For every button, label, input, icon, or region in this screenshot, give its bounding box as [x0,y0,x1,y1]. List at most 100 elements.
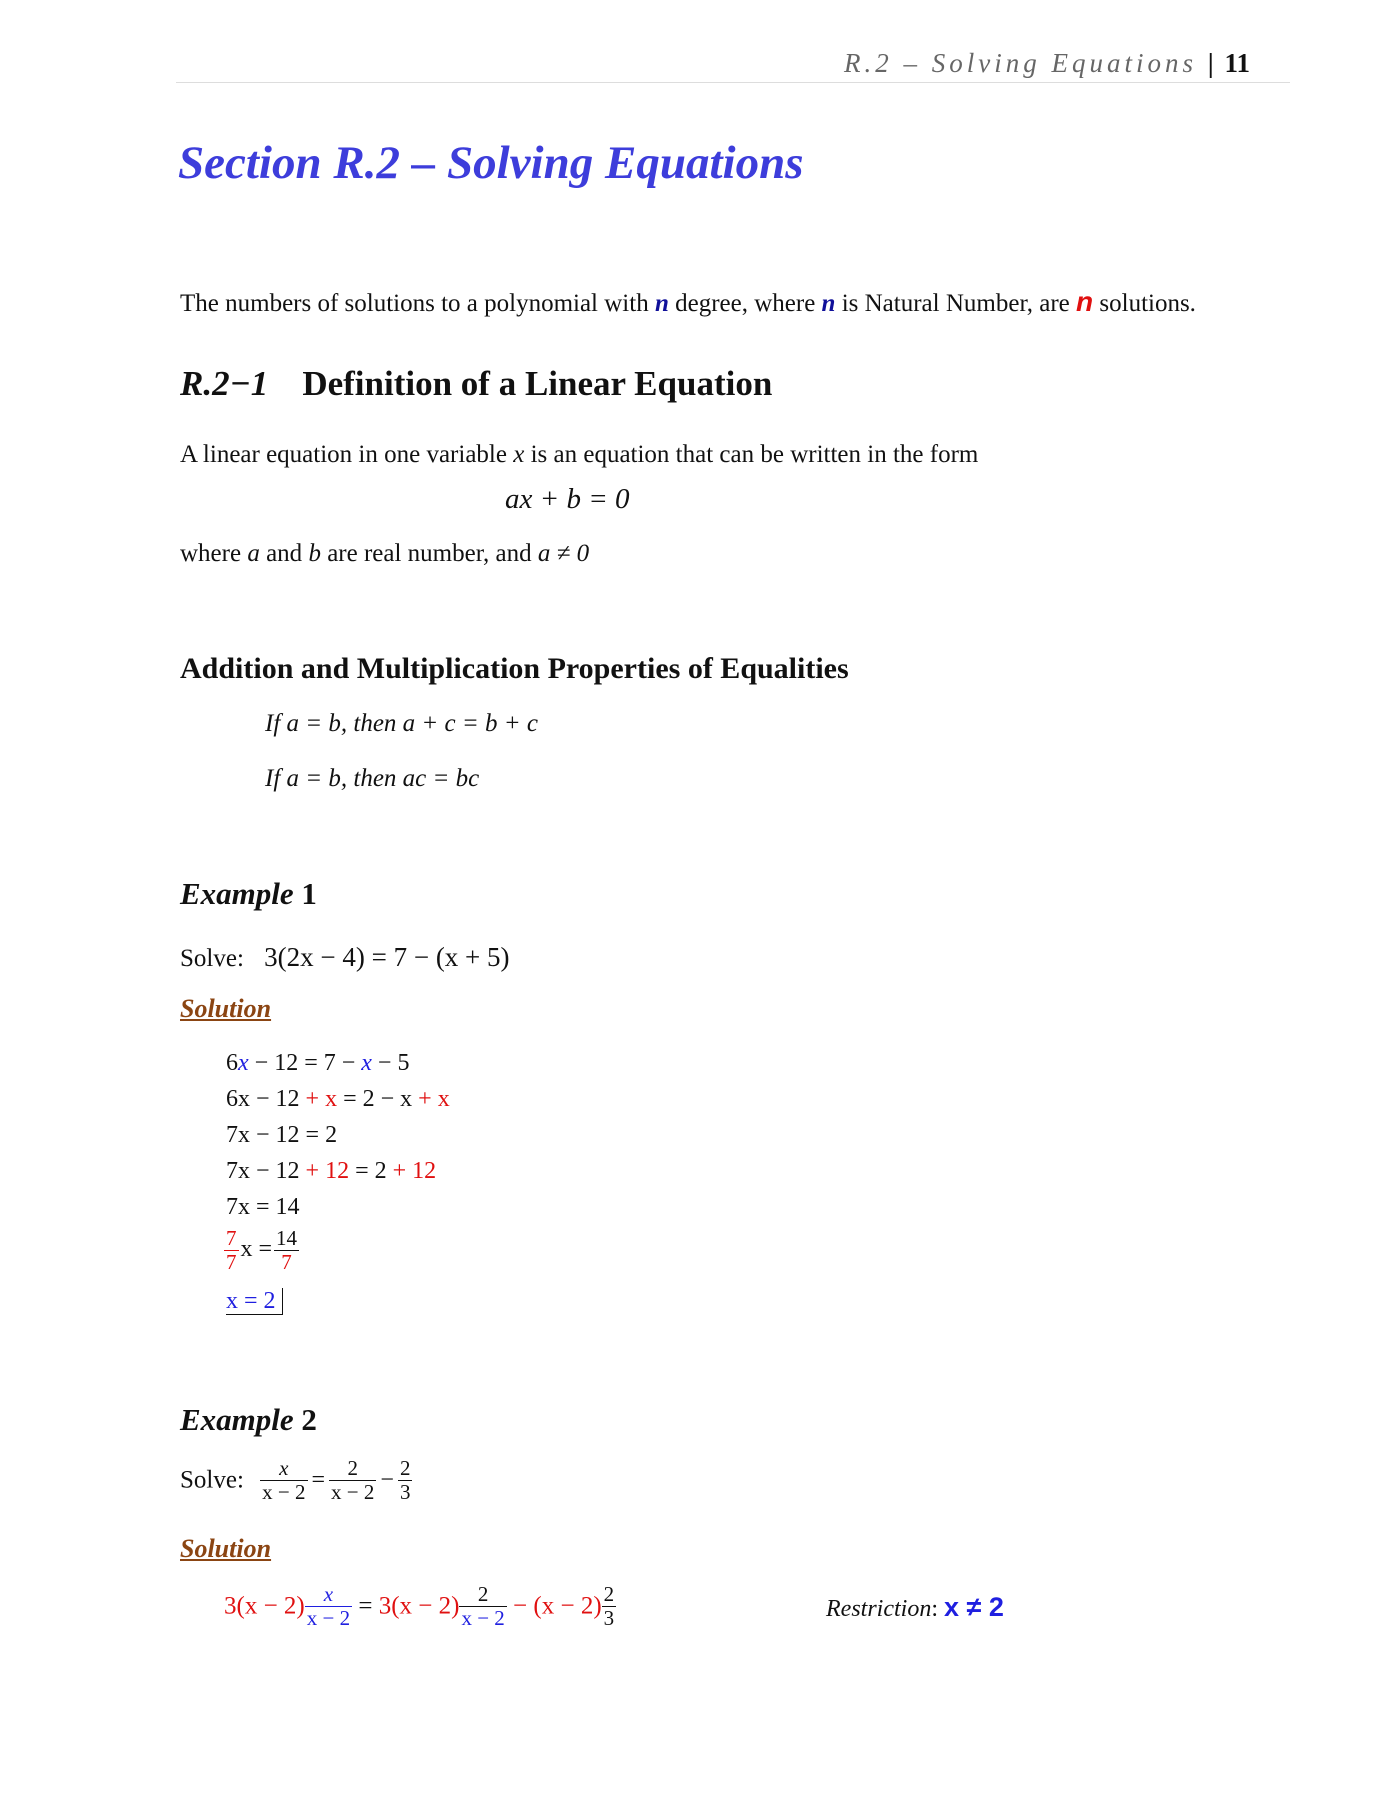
def-var-x: x [513,441,525,468]
example-1-heading: Example 1 [180,876,317,912]
frac-num: x [304,1584,353,1607]
frac-den: 7 [281,1250,292,1274]
ex1-s4-added: + 12 [386,1158,437,1184]
example-2-problem: Solve: xx − 2 = 2 x − 2−2 3 [180,1456,413,1504]
intro-text-4: solutions. [1093,290,1196,317]
ex2-multiplier-1: 3(x − 2) [224,1592,305,1620]
ex1-s4-added: + 12 [299,1158,350,1184]
def-text-4: and [259,540,309,567]
page-number: 11 [1224,48,1250,78]
ex2-work-frac-1: xx − 2 [304,1584,353,1630]
header-separator: | [1207,48,1214,78]
example-1-label: Example [180,876,294,911]
ex2-rhs2-frac: 23 [397,1456,413,1504]
example-1-equation: 3(2x − 4) = 7 − (x + 5) [264,942,510,972]
property-rule-addition: If a = b, then a + c = b + c [265,710,538,737]
intro-n-3: n [1076,286,1094,317]
ex1-s1-x: x [361,1050,372,1076]
running-header: R.2 – Solving Equations | 11 [844,48,1250,79]
ex1-s2-added: + x [299,1086,338,1112]
ex1-s2-part: 6x − 12 [226,1086,300,1112]
ex1-s4-part: = 2 [349,1158,387,1184]
property-rule-multiplication: If a = b, then ac = bc [265,765,480,792]
header-rule [176,82,1290,83]
frac-num: 2 [459,1584,507,1607]
frac-den: x − 2 [331,1480,375,1504]
ex2-lhs-frac: xx − 2 [260,1458,308,1504]
example-2-solve-label: Solve: [180,1466,244,1494]
example-2-number: 2 [301,1402,317,1437]
example-1-solution-label: Solution [180,994,272,1023]
ex1-step-2: 6x − 12 + x = 2 − x + x [226,1086,450,1113]
ex1-step-6: 77x = 14 7 [224,1226,300,1274]
section-title-text: Section R.2 – Solving Equations [178,137,804,189]
intro-n-1: n [654,290,669,317]
ex2-restriction: Restriction: x ≠ 2 [826,1592,1004,1623]
frac-num: 2 [329,1458,377,1481]
ex2-multiplier-3: − (x − 2) [506,1592,602,1620]
definition-line-1: A linear equation in one variable x is a… [180,441,978,469]
ex2-work-frac-3: 23 [601,1582,617,1630]
definition-heading: R.2−1 Definition of a Linear Equation [180,364,772,404]
ex1-step-4: 7x − 12 + 12 = 2 + 12 [226,1158,436,1185]
def-var-a: a [247,540,260,567]
intro-text-2: degree, where [668,290,822,317]
frac-num: 7 [224,1226,239,1251]
ex1-s4-part: 7x − 12 [226,1158,300,1184]
ex2-rhs1-frac: 2x − 2 [329,1458,377,1504]
ex1-s1-part: − 12 = 7 − [248,1050,362,1076]
def-condition: a ≠ 0 [537,540,590,567]
ex1-answer: x = 2 [226,1288,283,1315]
restriction-label: Restriction [826,1596,932,1622]
definition-number: R.2−1 [180,364,269,403]
example-2-heading: Example 2 [180,1402,317,1438]
ex2-work-equals: = [352,1592,379,1620]
intro-text-1: The numbers of solutions to a polynomial… [180,290,655,317]
ex1-s6-frac-1: 77 [224,1228,239,1273]
frac-den: x − 2 [262,1480,306,1504]
frac-den: 3 [603,1606,615,1630]
frac-num: 2 [601,1582,617,1607]
ex1-step-3: 7x − 12 = 2 [226,1122,338,1148]
running-title: R.2 – Solving Equations [844,48,1197,78]
ex1-s1-x: x [238,1050,249,1076]
example-1-problem: Solve: 3(2x − 4) = 7 − (x + 5) [180,942,510,973]
restriction-value: x ≠ 2 [944,1592,1004,1622]
example-2-solution-label: Solution [180,1534,272,1563]
example-1-solve-label: Solve: [180,945,244,972]
ex1-s6-mid: x = [240,1236,273,1263]
ex2-work-line: 3(x − 2) x x − 2 = 3(x − 2) 2 x − 2 − (x − 2… [224,1582,617,1630]
example-1-number: 1 [301,876,317,911]
properties-heading: Addition and Multiplication Properties o… [180,652,849,685]
intro-text-3: is Natural Number, are [835,290,1077,317]
ex1-step-1: 6x − 12 = 7 − x − 5 [226,1050,409,1077]
intro-paragraph: The numbers of solutions to a polynomial… [180,286,1196,318]
ex1-s2-part: = 2 − x [337,1086,413,1112]
ex2-multiplier-2: 3(x − 2) [378,1592,460,1620]
ex1-s6-frac-2: 14 7 [274,1226,300,1274]
ex2-equals: = [311,1467,326,1493]
frac-den: x − 2 [306,1606,351,1630]
ex2-work-frac-2: 2x − 2 [459,1584,507,1629]
frac-den: 7 [226,1250,237,1274]
definition-title: Definition of a Linear Equation [302,364,773,403]
def-text-2: is an equation that can be written in th… [524,441,979,468]
example-2-label: Example [180,1402,294,1437]
ex1-s1-part: − 5 [371,1050,410,1076]
definition-line-2: where a and b are real number, and a ≠ 0 [180,540,589,568]
def-var-b: b [308,540,321,567]
def-text-1: A linear equation in one variable [180,441,514,468]
def-text-3: where [180,540,248,567]
ex1-s1-part: 6 [226,1050,238,1076]
frac-num: x [260,1458,308,1481]
ex1-answer-value: x = 2 [226,1288,283,1315]
linear-form: ax + b = 0 [505,483,630,515]
ex2-minus: − [380,1467,394,1493]
intro-n-2: n [821,290,836,317]
def-text-5: are real number, and [320,540,538,567]
frac-den: 3 [399,1480,411,1504]
section-title: Section R.2 – Solving Equations [178,136,804,190]
restriction-colon: : [931,1596,938,1622]
frac-num: 14 [274,1226,300,1251]
frac-num: 2 [397,1456,413,1481]
